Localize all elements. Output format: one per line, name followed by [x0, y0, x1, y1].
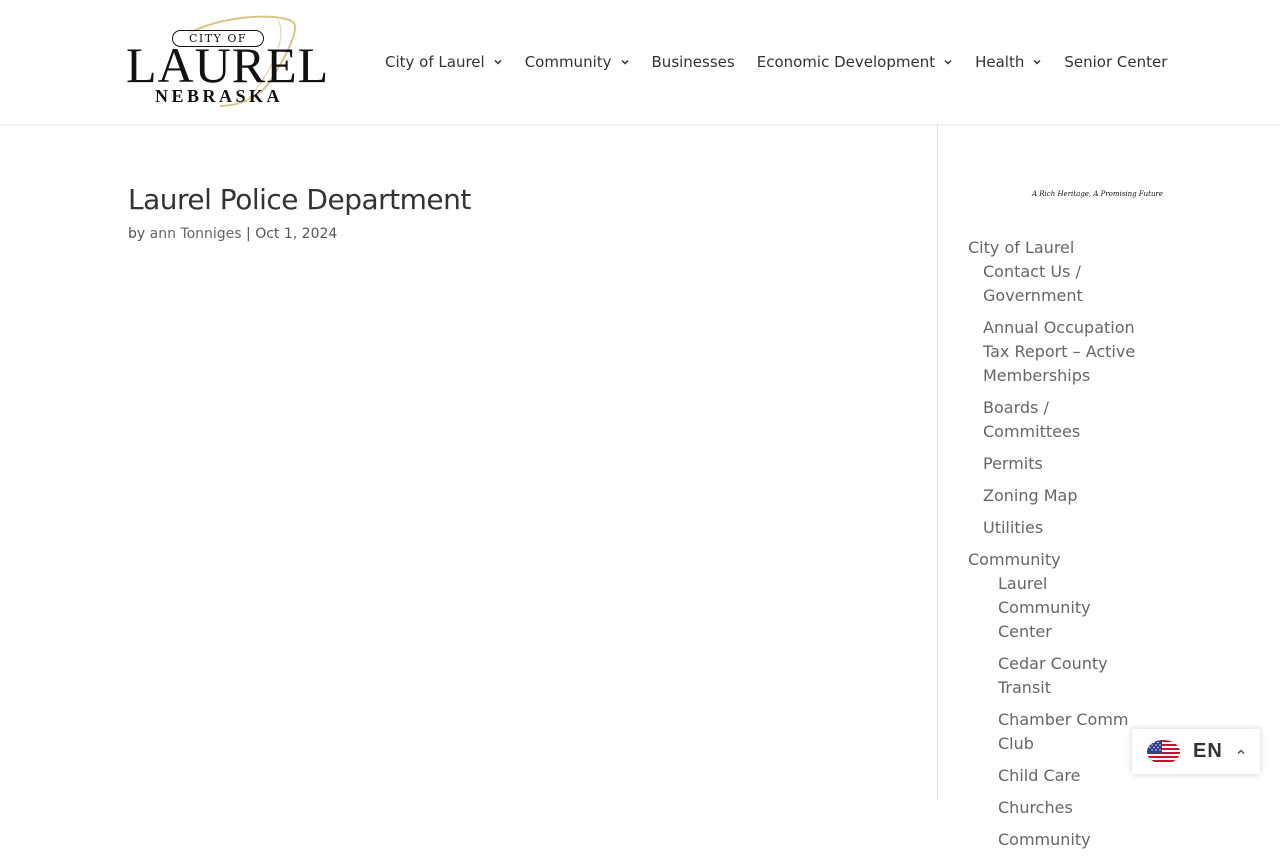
nav-item-senior-center[interactable]: Senior Center: [1064, 53, 1167, 71]
sidebar-subitem-community[interactable]: Community: [998, 828, 1143, 852]
nav-item-community[interactable]: Community: [525, 53, 630, 71]
sidebar-subitem-community-center[interactable]: Laurel Community Center: [998, 572, 1143, 644]
site-logo[interactable]: CITY OF LAUREL NEBRASKA: [126, 14, 330, 110]
sidebar-item-city-of-laurel[interactable]: City of Laurel: [968, 236, 1158, 260]
nav-item-label: Economic Development: [756, 53, 936, 71]
nav-item-label: City of Laurel: [385, 53, 485, 71]
post-date: Oct 1, 2024: [255, 226, 338, 242]
sidebar-item-community[interactable]: Community: [968, 548, 1158, 572]
sidebar-subitem-utilities[interactable]: Utilities: [983, 516, 1143, 540]
sidebar-subitem-child-care[interactable]: Child Care: [998, 764, 1143, 788]
sidebar-subitem-contact-us[interactable]: Contact Us / Government: [983, 260, 1143, 308]
sidebar-subitem-permits[interactable]: Permits: [983, 452, 1143, 476]
logo-state: NEBRASKA: [154, 86, 284, 106]
chevron-down-icon: [1033, 59, 1041, 65]
nav-item-health[interactable]: Health: [975, 53, 1042, 71]
sidebar-subitem-boards[interactable]: Boards / Committees: [983, 396, 1143, 444]
nav-item-label: Health: [975, 53, 1025, 71]
nav-item-label: Community: [524, 53, 612, 71]
post-meta-separator: |: [246, 226, 251, 242]
chevron-down-icon: [494, 59, 502, 65]
post-meta: by ann Tonniges | Oct 1, 2024: [128, 224, 337, 244]
nav-item-economic-development[interactable]: Economic Development: [757, 53, 953, 71]
sidebar-subitem-chamber[interactable]: Chamber Comm Club: [998, 708, 1143, 756]
main-nav: City of Laurel Community Businesses Econ…: [385, 50, 1167, 74]
page-title: Laurel Police Department: [128, 183, 471, 216]
nav-item-label: Senior Center: [1064, 53, 1168, 71]
nav-item-label: Businesses: [651, 53, 735, 71]
sidebar-subitem-occupation-tax[interactable]: Annual Occupation Tax Report – Active Me…: [983, 316, 1143, 388]
sidebar-menu: City of Laurel Contact Us / Government A…: [968, 236, 1158, 860]
chevron-down-icon: [620, 59, 629, 65]
sidebar-subitem-zoning-map[interactable]: Zoning Map: [983, 484, 1143, 508]
chevron-up-icon: [1237, 748, 1245, 754]
site-header: CITY OF LAUREL NEBRASKA City of Laurel C…: [0, 0, 1280, 124]
nav-item-city-of-laurel[interactable]: City of Laurel: [385, 53, 503, 71]
sidebar-subitem-transit[interactable]: Cedar County Transit: [998, 652, 1143, 700]
language-code: EN: [1193, 740, 1223, 762]
language-switcher[interactable]: EN: [1132, 729, 1260, 774]
nav-item-businesses[interactable]: Businesses: [652, 53, 735, 71]
us-flag-icon: [1147, 739, 1180, 764]
post-meta-by: by: [128, 226, 146, 242]
sidebar-tagline: A Rich Heritage, A Promising Future: [1032, 190, 1163, 198]
post-author-link[interactable]: ann Tonniges: [150, 226, 242, 242]
chevron-down-icon: [944, 59, 952, 65]
sidebar-divider: [937, 124, 938, 800]
logo-name: LAUREL: [126, 37, 330, 93]
